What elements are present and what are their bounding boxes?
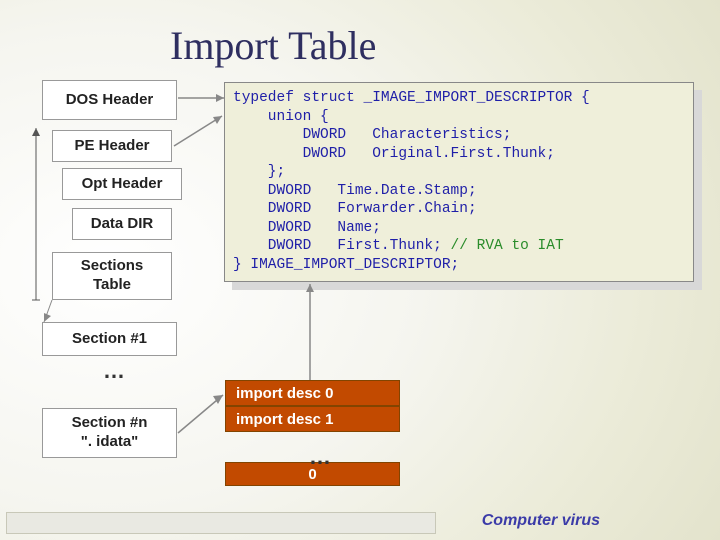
section-1-box: Section #1 xyxy=(42,322,177,356)
struct-code-box: typedef struct _IMAGE_IMPORT_DESCRIPTOR … xyxy=(224,82,694,282)
section-1-label: Section #1 xyxy=(72,330,147,349)
code-line-5: DWORD Time.Date.Stamp; xyxy=(233,183,477,199)
sections-table-label: SectionsTable xyxy=(81,257,144,295)
code-line-0: typedef struct _IMAGE_IMPORT_DESCRIPTOR … xyxy=(233,90,590,106)
vertical-ellipsis-icon: … xyxy=(103,358,125,384)
footer-label: Computer virus xyxy=(482,512,600,530)
section-n-box: Section #n". idata" xyxy=(42,408,177,458)
import-desc-0-label: import desc 0 xyxy=(236,385,334,402)
code-line-6: DWORD Forwarder.Chain; xyxy=(233,201,477,217)
footer-bar xyxy=(6,512,436,534)
code-line-4: }; xyxy=(233,164,285,180)
slide-title: Import Table xyxy=(170,22,376,69)
vertical-ellipsis-icon: … xyxy=(309,444,331,470)
pe-header-box: PE Header xyxy=(52,130,172,162)
code-comment: // RVA to IAT xyxy=(451,238,564,254)
import-desc-row: import desc 0 xyxy=(225,380,400,406)
code-line-8a: DWORD First.Thunk; xyxy=(233,238,451,254)
import-descriptor-array: import desc 0 import desc 1 0 xyxy=(225,380,400,486)
code-line-3: DWORD Original.First.Thunk; xyxy=(233,146,555,162)
import-desc-1-label: import desc 1 xyxy=(236,411,334,428)
section-n-label: Section #n". idata" xyxy=(72,414,148,452)
sections-table-box: SectionsTable xyxy=(52,252,172,300)
data-dir-box: Data DIR xyxy=(72,208,172,240)
code-line-7: DWORD Name; xyxy=(233,220,381,236)
code-line-9: } IMAGE_IMPORT_DESCRIPTOR; xyxy=(233,257,459,273)
data-dir-label: Data DIR xyxy=(91,215,154,234)
code-line-1: union { xyxy=(233,109,329,125)
code-line-2: DWORD Characteristics; xyxy=(233,127,511,143)
opt-header-box: Opt Header xyxy=(62,168,182,200)
dos-header-box: DOS Header xyxy=(42,80,177,120)
opt-header-label: Opt Header xyxy=(82,175,163,194)
pe-header-label: PE Header xyxy=(74,137,149,156)
dos-header-label: DOS Header xyxy=(66,91,154,110)
import-desc-row: import desc 1 xyxy=(225,406,400,432)
